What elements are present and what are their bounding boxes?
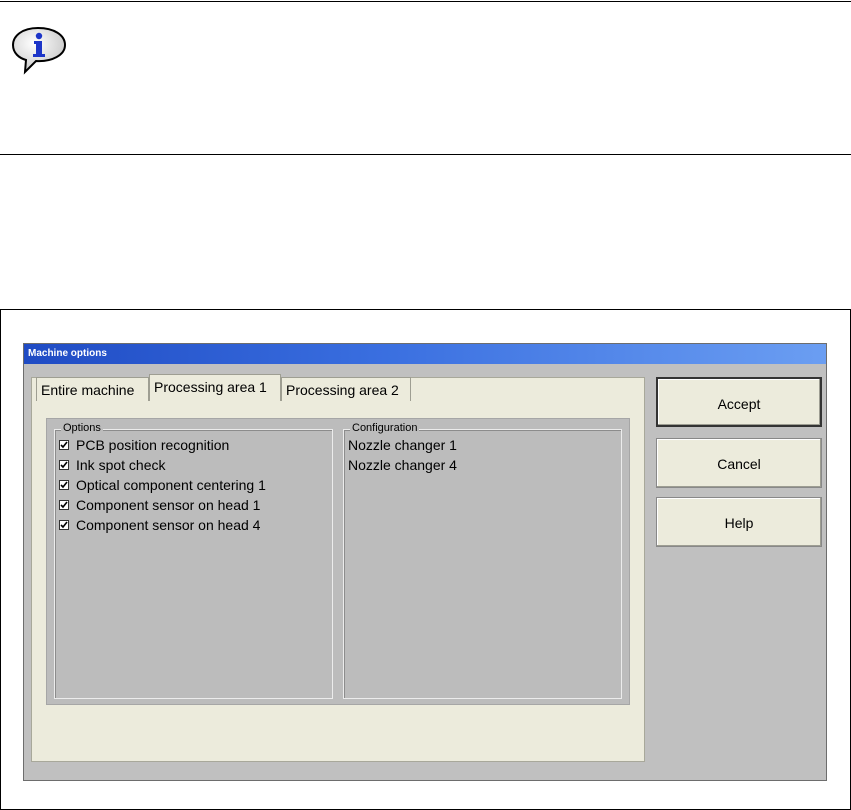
- machine-options-dialog: Machine options Entire machine Processin…: [23, 343, 827, 781]
- tab-entire-machine[interactable]: Entire machine: [36, 377, 149, 401]
- check-icon: [60, 501, 68, 509]
- tab-content: Options PCB position recognition Ink spo…: [46, 418, 630, 705]
- option-pcb-position-recognition[interactable]: PCB position recognition: [59, 435, 229, 455]
- checkbox[interactable]: [59, 520, 69, 530]
- check-icon: [60, 441, 68, 449]
- check-icon: [60, 481, 68, 489]
- help-button[interactable]: Help: [656, 497, 822, 547]
- bottom-divider: [0, 154, 851, 155]
- tab-processing-area-2[interactable]: Processing area 2: [281, 377, 411, 401]
- config-item: Nozzle changer 4: [348, 457, 457, 473]
- tab-panel: Entire machine Processing area 1 Process…: [31, 374, 645, 762]
- option-component-sensor-head-1[interactable]: Component sensor on head 1: [59, 495, 260, 515]
- top-divider: [0, 1, 851, 2]
- accept-button[interactable]: Accept: [656, 377, 822, 427]
- option-label: Component sensor on head 4: [76, 517, 261, 533]
- configuration-legend: Configuration: [350, 422, 420, 434]
- configuration-group: Configuration Nozzle changer 1 Nozzle ch…: [343, 422, 622, 699]
- options-group: Options PCB position recognition Ink spo…: [54, 422, 333, 699]
- dialog-title: Machine options: [24, 344, 826, 364]
- options-legend: Options: [61, 422, 103, 434]
- check-icon: [60, 461, 68, 469]
- option-label: Optical component centering 1: [76, 477, 266, 493]
- option-label: PCB position recognition: [76, 437, 230, 453]
- checkbox[interactable]: [59, 440, 69, 450]
- screenshot-frame: Machine options Entire machine Processin…: [0, 309, 851, 810]
- option-optical-component-centering-1[interactable]: Optical component centering 1: [59, 475, 266, 495]
- config-item: Nozzle changer 1: [348, 437, 457, 453]
- tab-processing-area-1[interactable]: Processing area 1: [149, 374, 281, 401]
- checkbox[interactable]: [59, 480, 69, 490]
- cancel-button[interactable]: Cancel: [656, 438, 822, 488]
- option-label: Component sensor on head 1: [76, 497, 261, 513]
- check-icon: [60, 521, 68, 529]
- option-component-sensor-head-4[interactable]: Component sensor on head 4: [59, 515, 260, 535]
- option-ink-spot-check[interactable]: Ink spot check: [59, 455, 166, 475]
- checkbox[interactable]: [59, 500, 69, 510]
- info-icon: [9, 24, 69, 80]
- option-label: Ink spot check: [76, 457, 166, 473]
- checkbox[interactable]: [59, 460, 69, 470]
